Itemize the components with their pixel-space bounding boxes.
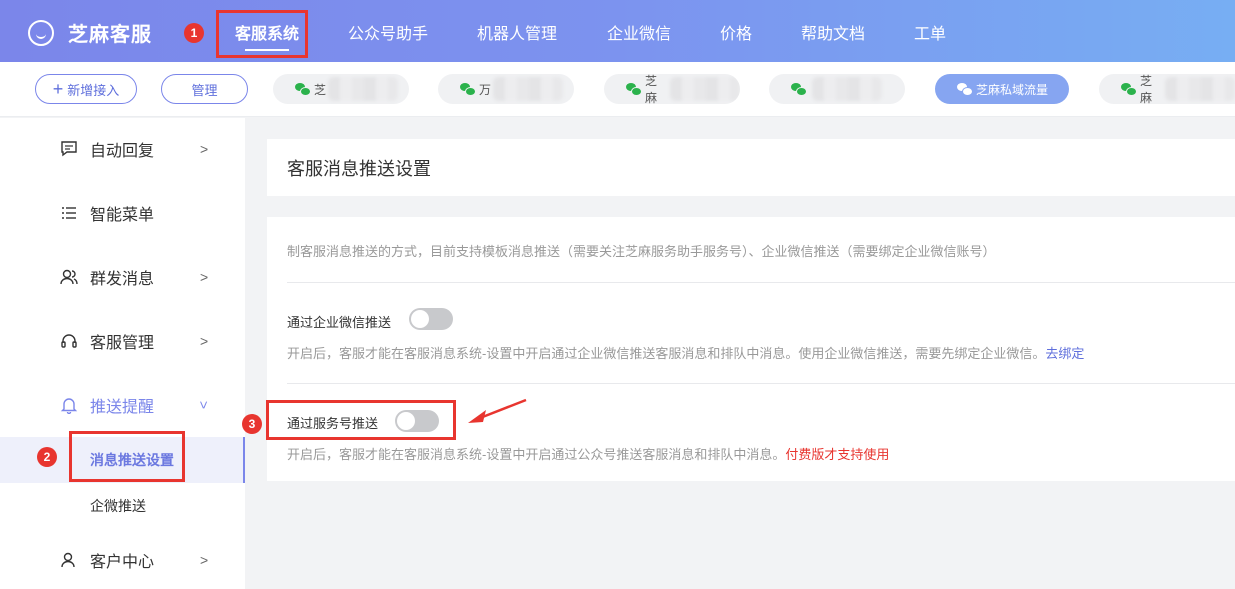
account-tab[interactable]: 芝 [273,74,409,104]
nav-item-help-docs[interactable]: 帮助文档 [801,20,865,44]
users-icon [60,269,78,285]
chevron-right-icon: > [200,141,209,157]
paid-only-notice: 付费版才支持使用 [785,447,890,462]
service-account-push-hint: 开启后，客服才能在客服消息系统-设置中开启通过公众号推送客服消息和排队中消息。付… [287,444,889,463]
headset-icon [61,334,77,348]
account-tab-label: 芝麻 [1140,74,1153,104]
add-access-button[interactable]: + 新增接入 [35,74,137,104]
nav-item-official-account-assistant[interactable]: 公众号助手 [348,20,428,44]
blurred-account-name [328,77,399,101]
manage-button[interactable]: 管理 [161,74,248,104]
wechat-icon [957,83,973,96]
annotation-badge-2: 2 [37,447,57,467]
manage-label: 管理 [191,82,218,98]
wecom-push-hint-text: 开启后，客服才能在客服消息系统-设置中开启通过企业微信推送客服消息和排队中消息。… [287,346,1046,361]
account-tab[interactable]: 万 [438,74,574,104]
bind-wecom-link[interactable]: 去绑定 [1045,346,1084,361]
blurred-account-name [1165,77,1235,101]
wechat-icon [295,83,311,96]
account-tab-label: 芝 [314,82,327,97]
sidebar-item-auto-reply[interactable]: 自动回复 > [0,129,245,169]
sidebar-item-label: 智能菜单 [90,207,155,224]
sidebar-item-label: 自动回复 [90,143,155,160]
smile-circle-icon [28,19,54,46]
chevron-down-icon: > [196,400,213,410]
chevron-right-icon: > [200,552,209,568]
service-account-push-toggle[interactable] [395,410,439,432]
sidebar: 自动回复 > 智能菜单 群发消息 > 客服管理 > 推送提醒 > 消息推送设置 … [0,118,245,589]
account-tab-active[interactable]: 芝麻私域流量 [935,74,1069,104]
wechat-icon [626,83,642,96]
service-account-push-label: 通过服务号推送 [287,416,379,431]
page-title: 客服消息推送设置 [267,139,1235,196]
sidebar-item-agent-management[interactable]: 客服管理 > [0,321,245,361]
brand-name: 芝麻客服 [68,24,152,46]
sidebar-item-label: 客服管理 [90,335,155,352]
sidebar-item-smart-menu[interactable]: 智能菜单 [0,193,245,233]
nav-item-customer-service-system[interactable]: 客服系统 [235,20,299,44]
account-tab-label: 芝麻 [645,74,658,104]
wechat-icon [1121,83,1137,96]
message-square-icon [61,141,77,157]
list-icon [62,207,76,219]
blurred-account-name [670,77,740,101]
chevron-right-icon: > [200,333,209,349]
sidebar-item-push-reminder[interactable]: 推送提醒 > [0,385,245,425]
wecom-push-label: 通过企业微信推送 [287,315,392,330]
wechat-icon [791,83,807,96]
sidebar-subitem-label: 企微推送 [90,498,146,514]
active-nav-underline [245,49,289,51]
add-access-label: 新增接入 [67,82,120,98]
wecom-push-toggle[interactable] [409,308,453,330]
brand[interactable]: 芝麻客服 [28,18,152,47]
sidebar-item-label: 推送提醒 [90,399,155,416]
account-tab[interactable]: 芝麻 [1099,74,1235,104]
account-tab-label: 芝麻私域流量 [976,82,1049,97]
plus-icon: + [52,79,64,99]
annotation-badge-3: 3 [242,414,262,434]
account-tab[interactable] [769,74,905,104]
sidebar-subitem-wecom-push[interactable]: 企微推送 [0,483,245,529]
sidebar-item-label: 客户中心 [90,554,155,571]
sidebar-subitem-label: 消息推送设置 [90,452,174,468]
nav-item-robot-management[interactable]: 机器人管理 [477,20,557,44]
chevron-right-icon: > [200,269,209,285]
user-icon [61,552,75,568]
blurred-account-name [812,77,882,101]
account-tab[interactable]: 芝麻 [604,74,740,104]
sidebar-item-mass-message[interactable]: 群发消息 > [0,257,245,297]
account-bar: + 新增接入 管理 芝 万 芝麻 芝麻私域流量 芝麻 [0,62,1235,117]
wecom-push-hint: 开启后，客服才能在客服消息系统-设置中开启通过企业微信推送客服消息和排队中消息。… [287,343,1084,362]
annotation-arrow-icon [468,398,527,423]
nav-item-tickets[interactable]: 工单 [914,20,946,44]
divider [287,383,1235,384]
wechat-icon [460,83,476,96]
bell-icon [60,398,78,414]
nav-item-wecom[interactable]: 企业微信 [607,20,671,44]
divider [287,282,1235,283]
nav-item-pricing[interactable]: 价格 [720,20,752,44]
push-settings-card: 制客服消息推送的方式，目前支持模板消息推送（需要关注芝麻服务助手服务号）、企业微… [267,217,1235,481]
sidebar-item-label: 群发消息 [90,271,155,288]
blurred-account-name [493,77,564,101]
service-account-push-hint-text: 开启后，客服才能在客服消息系统-设置中开启通过公众号推送客服消息和排队中消息。 [287,447,786,462]
account-tab-label: 万 [479,82,492,97]
settings-description: 制客服消息推送的方式，目前支持模板消息推送（需要关注芝麻服务助手服务号）、企业微… [287,244,996,259]
annotation-badge-1: 1 [184,23,204,43]
sidebar-item-customer-center[interactable]: 客户中心 > [0,540,245,580]
